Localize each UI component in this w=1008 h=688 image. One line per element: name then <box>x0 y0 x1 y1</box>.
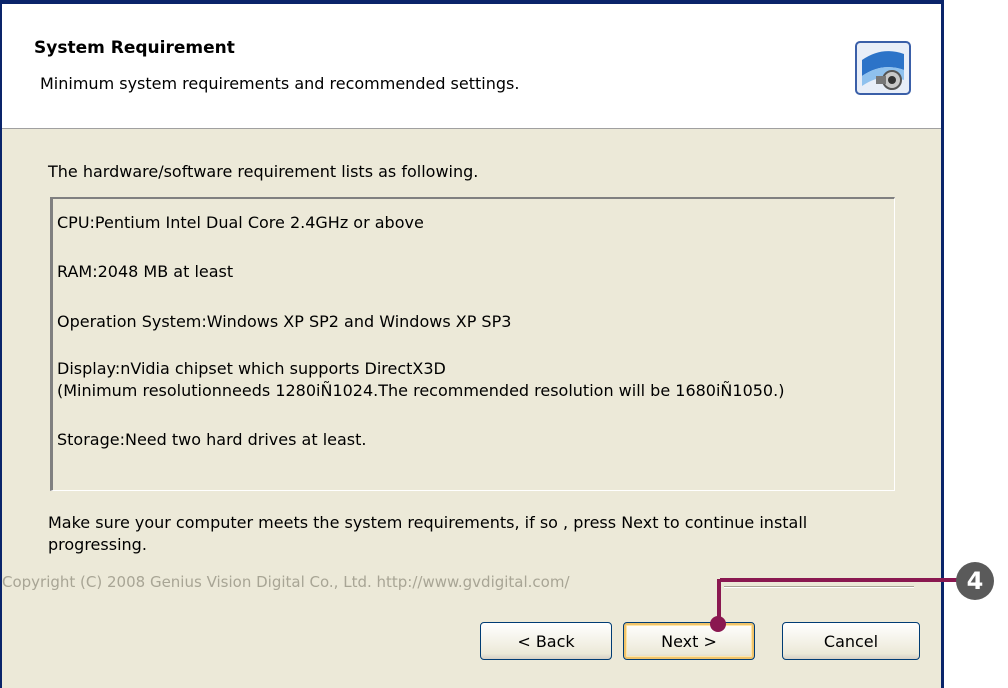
callout-step-badge: 4 <box>956 562 994 600</box>
wizard-header: System Requirement Minimum system requir… <box>2 4 941 129</box>
installer-window: System Requirement Minimum system requir… <box>0 0 944 688</box>
requirements-textbox[interactable]: CPU:Pentium Intel Dual Core 2.4GHz or ab… <box>50 197 895 491</box>
callout-dot <box>710 616 726 632</box>
setup-camera-icon <box>854 40 912 96</box>
requirement-resolution: (Minimum resolutionneeds 1280iÑ1024.The … <box>57 381 785 400</box>
cancel-button[interactable]: Cancel <box>782 622 920 660</box>
page-title: System Requirement <box>34 38 235 58</box>
page-subtitle: Minimum system requirements and recommen… <box>40 74 520 93</box>
separator-line <box>724 586 914 588</box>
callout-line-horizontal <box>720 578 960 582</box>
requirement-storage: Storage:Need two hard drives at least. <box>57 430 367 449</box>
requirement-cpu: CPU:Pentium Intel Dual Core 2.4GHz or ab… <box>57 213 424 232</box>
intro-text: The hardware/software requirement lists … <box>48 162 479 181</box>
requirement-ram: RAM:2048 MB at least <box>57 262 234 281</box>
copyright-text: Copyright (C) 2008 Genius Vision Digital… <box>2 573 570 591</box>
back-button[interactable]: < Back <box>480 622 612 660</box>
requirement-os: Operation System:Windows XP SP2 and Wind… <box>57 312 512 331</box>
instruction-text: Make sure your computer meets the system… <box>48 513 808 554</box>
requirement-display: Display:nVidia chipset which supports Di… <box>57 359 446 378</box>
next-button[interactable]: Next > <box>623 622 755 660</box>
